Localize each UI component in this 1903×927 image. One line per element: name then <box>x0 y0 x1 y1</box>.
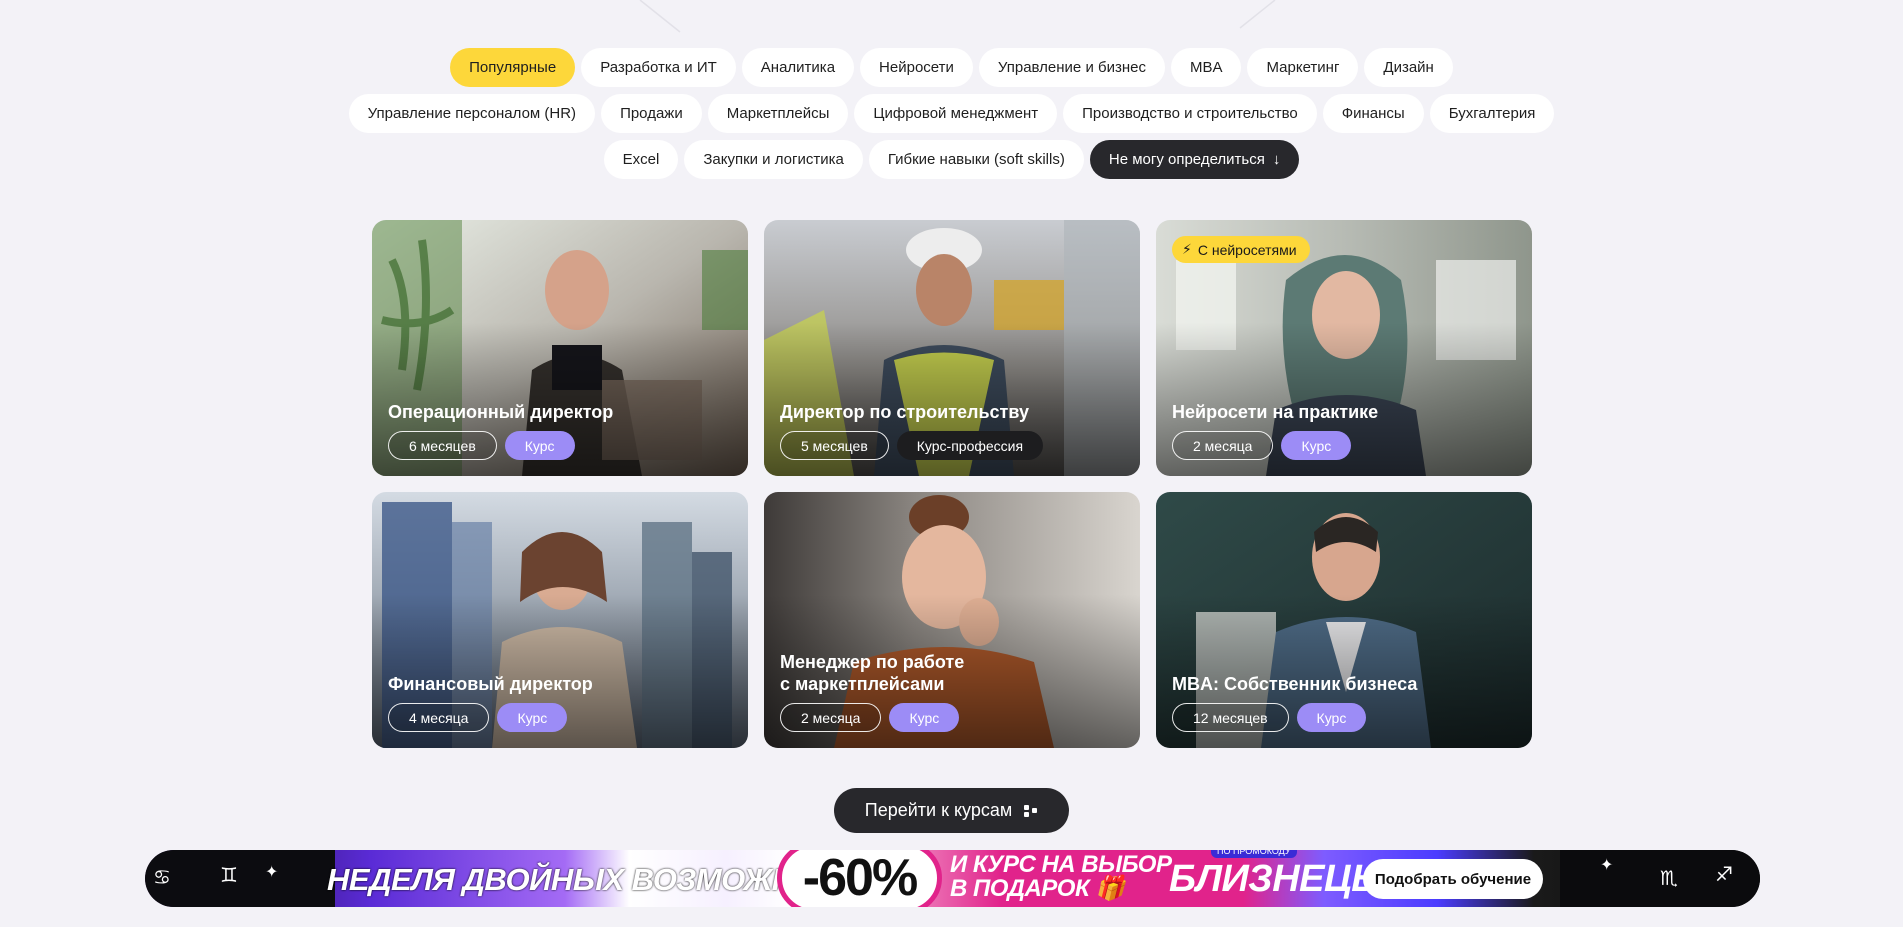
zodiac-wheel-left: ♋ ♊ ✦ <box>145 850 335 907</box>
course-title: Операционный директор <box>388 402 614 422</box>
promo-code: БЛИЗНЕЦЫ <box>1169 858 1389 900</box>
cancer-icon: ♋ <box>153 865 171 889</box>
filter-chip-mba[interactable]: MBA <box>1170 48 1242 87</box>
course-tags: 2 месяца Курс <box>1172 431 1516 460</box>
grid-icon <box>1024 804 1038 817</box>
type-tag: Курс <box>1296 703 1367 732</box>
filter-chip-management[interactable]: Управление и бизнес <box>978 48 1165 87</box>
type-tag: Курс <box>504 431 575 460</box>
filter-row-2: Управление персоналом (HR) Продажи Марке… <box>348 94 1555 133</box>
promo-discount: -60% <box>777 850 942 907</box>
star-icon: ✦ <box>1600 855 1614 874</box>
promo-discount-value: -60% <box>802 850 918 907</box>
course-tags: 2 месяца Курс <box>780 703 1124 732</box>
course-title: MBA: Собственник бизнеса <box>1172 674 1418 694</box>
card-info: Директор по строительству 5 месяцев Курс… <box>780 401 1124 460</box>
type-tag: Курс <box>1281 431 1352 460</box>
filter-row-3: Excel Закупки и логистика Гибкие навыки … <box>603 140 1300 179</box>
filter-row-1: Популярные Разработка и ИТ Аналитика Ней… <box>450 48 1453 87</box>
filter-chip-digital-management[interactable]: Цифровой менеджмент <box>854 94 1058 133</box>
arrow-down-icon: ↓ <box>1272 151 1281 168</box>
course-tags: 5 месяцев Курс-профессия <box>780 431 1124 460</box>
type-tag: Курс <box>889 703 960 732</box>
filter-chip-design[interactable]: Дизайн <box>1364 48 1453 87</box>
go-to-courses-button[interactable]: Перейти к курсам <box>834 788 1069 833</box>
filter-chip-popular[interactable]: Популярные <box>450 48 576 87</box>
gemini-icon: ♊ <box>220 863 238 887</box>
card-info: Нейросети на практике 2 месяца Курс <box>1172 401 1516 460</box>
filter-chip-sales[interactable]: Продажи <box>601 94 702 133</box>
card-info: Финансовый директор 4 месяца Курс <box>388 673 732 732</box>
duration-tag: 2 месяца <box>780 703 882 732</box>
duration-tag: 2 месяца <box>1172 431 1274 460</box>
course-card-operations-director[interactable]: Операционный директор 6 месяцев Курс <box>372 220 748 476</box>
pick-training-button[interactable]: Подобрать обучение <box>1363 859 1543 899</box>
course-card-finance-director[interactable]: Финансовый директор 4 месяца Курс <box>372 492 748 748</box>
duration-tag: 4 месяца <box>388 703 490 732</box>
course-tags: 6 месяцев Курс <box>388 431 732 460</box>
filter-chip-analytics[interactable]: Аналитика <box>741 48 855 87</box>
promo-code-note: ПО ПРОМОКОДУ <box>1211 850 1297 858</box>
filter-chip-logistics[interactable]: Закупки и логистика <box>684 140 863 179</box>
card-info: Операционный директор 6 месяцев Курс <box>388 401 732 460</box>
filter-chip-hr[interactable]: Управление персоналом (HR) <box>348 94 596 133</box>
course-title: Директор по строительству <box>780 402 1030 422</box>
promo-gift-line-2: В ПОДАРОК 🎁 <box>950 877 1171 901</box>
filter-chip-accounting[interactable]: Бухгалтерия <box>1429 94 1555 133</box>
course-tags: 12 месяцев Курс <box>1172 703 1516 732</box>
course-tags: 4 месяца Курс <box>388 703 732 732</box>
course-title: Менеджер по работе с маркетплейсами <box>780 652 965 694</box>
sagittarius-icon: ♐ <box>1715 862 1733 886</box>
course-title: Финансовый директор <box>388 674 593 694</box>
neural-badge: ⚡ С нейросетями <box>1172 236 1310 263</box>
course-grid: Операционный директор 6 месяцев Курс Дир… <box>372 220 1532 748</box>
duration-tag: 5 месяцев <box>780 431 889 460</box>
type-tag: Курс-профессия <box>896 431 1044 460</box>
card-info: MBA: Собственник бизнеса 12 месяцев Курс <box>1172 673 1516 732</box>
filter-chip-neural[interactable]: Нейросети <box>860 48 973 87</box>
go-to-courses-label: Перейти к курсам <box>864 800 1013 820</box>
course-card-marketplace-manager[interactable]: Менеджер по работе с маркетплейсами 2 ме… <box>764 492 1140 748</box>
filter-chip-dev-it[interactable]: Разработка и ИТ <box>581 48 736 87</box>
lightning-icon: ⚡ <box>1182 241 1192 257</box>
card-info: Менеджер по работе с маркетплейсами 2 ме… <box>780 651 1124 732</box>
course-title: Нейросети на практике <box>1172 402 1379 422</box>
filter-chip-finance[interactable]: Финансы <box>1322 94 1424 133</box>
category-filters: Популярные Разработка и ИТ Аналитика Ней… <box>0 48 1903 179</box>
filter-chip-soft-skills[interactable]: Гибкие навыки (soft skills) <box>868 140 1084 179</box>
star-icon: ✦ <box>265 862 279 881</box>
gift-icon: 🎁 <box>1095 875 1125 902</box>
filter-chip-undecided-label: Не могу определиться <box>1108 151 1265 168</box>
course-card-neural-practice[interactable]: ⚡ С нейросетями Нейросети на практике 2 … <box>1156 220 1532 476</box>
filter-chip-marketing[interactable]: Маркетинг <box>1247 48 1359 87</box>
zodiac-wheel-right: ✦ ♏ ♐ <box>1560 850 1760 907</box>
filter-chip-marketplaces[interactable]: Маркетплейсы <box>707 94 849 133</box>
promo-gift: И КУРС НА ВЫБОР В ПОДАРОК 🎁 <box>950 851 1172 901</box>
promo-gift-line-1: И КУРС НА ВЫБОР <box>950 851 1172 878</box>
duration-tag: 12 месяцев <box>1172 703 1289 732</box>
filter-chip-construction[interactable]: Производство и строительство <box>1063 94 1317 133</box>
neural-badge-label: С нейросетями <box>1197 241 1297 258</box>
filter-chip-excel[interactable]: Excel <box>603 140 679 179</box>
course-card-construction-director[interactable]: Директор по строительству 5 месяцев Курс… <box>764 220 1140 476</box>
duration-tag: 6 месяцев <box>388 431 497 460</box>
promo-gift-line-2-text: В ПОДАРОК <box>950 875 1090 902</box>
course-card-mba-owner[interactable]: MBA: Собственник бизнеса 12 месяцев Курс <box>1156 492 1532 748</box>
type-tag: Курс <box>497 703 568 732</box>
promo-banner[interactable]: ♋ ♊ ✦ ✦ ♏ ♐ НЕДЕЛЯ ДВОЙНЫХ ВОЗМОЖНОСТЕЙ!… <box>145 850 1760 907</box>
scorpio-icon: ♏ <box>1660 866 1678 890</box>
filter-chip-undecided[interactable]: Не могу определиться ↓ <box>1089 140 1300 179</box>
